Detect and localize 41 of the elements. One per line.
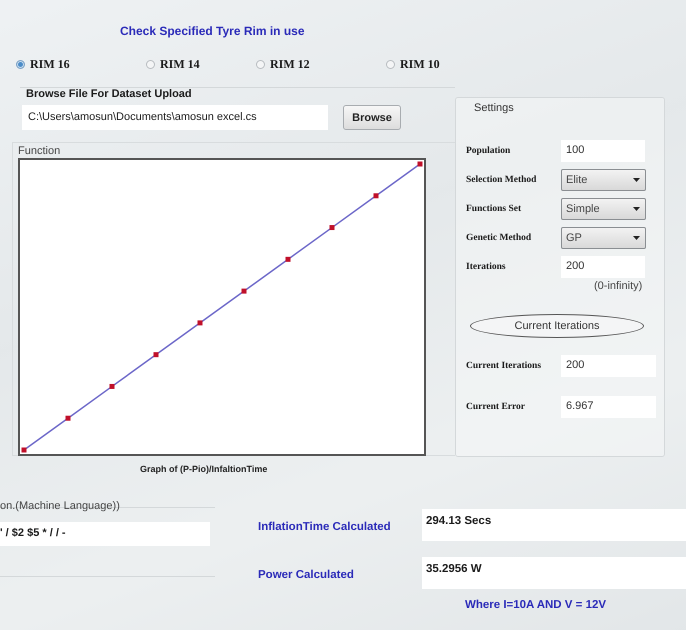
result-label: Power Calculated [258,568,355,581]
radio-label: RIM 10 [400,56,440,72]
radio-label: RIM 12 [270,56,310,72]
radio-label: RIM 16 [30,56,70,72]
dropdown[interactable]: GP [561,227,646,249]
current-iterations-button[interactable]: Current Iterations [470,314,644,338]
hint-text: (0-infinity) [594,280,644,294]
result-label: InflationTime Calculated [258,520,392,533]
group-title: Browse File For Dataset Upload [26,88,193,100]
file-path-field[interactable]: C:\Users\amosun\Documents\amosun excel.cs [22,105,328,130]
caret-icon [633,207,640,211]
output-field: 200 [561,354,656,376]
result-field: 35.2956 W [422,557,686,589]
radio-button[interactable] [256,60,265,68]
group-title: Settings [474,102,515,114]
radio-label: RIM 14 [160,56,200,72]
dropdown[interactable]: Simple [561,198,646,220]
note-text: Where I=10A AND V = 12V [465,599,608,611]
caret-icon [633,236,640,240]
group-title: Function [18,145,62,157]
radio-button[interactable] [146,60,155,68]
input-field[interactable]: 100 [561,140,645,162]
graph-caption: Graph of (P-Pio)/InfaltionTime [140,464,268,474]
field-label: Iterations [466,262,507,272]
output-field: 6.967 [561,396,656,418]
field-label: Functions Set [466,204,522,214]
field-label: Population [466,146,512,156]
result-field: 294.13 Secs [422,509,686,541]
field-label: Selection Method [466,175,538,185]
input-field[interactable]: 200 [561,256,645,278]
expression-field: ' / $2 $5 * / / - [0,522,210,546]
field-label: Genetic Method [466,233,532,243]
field-label: Current Iterations [466,360,542,370]
radio-button[interactable] [16,60,25,68]
section-heading: Check Specified Tyre Rim in use [119,23,306,40]
browse-button[interactable]: Browse [343,105,401,130]
caret-icon [633,178,640,182]
field-label: Current Error [466,402,526,412]
radio-button[interactable] [386,60,395,68]
dropdown[interactable]: Elite [561,169,646,191]
group-title: on.(Machine Language)) [0,500,121,512]
